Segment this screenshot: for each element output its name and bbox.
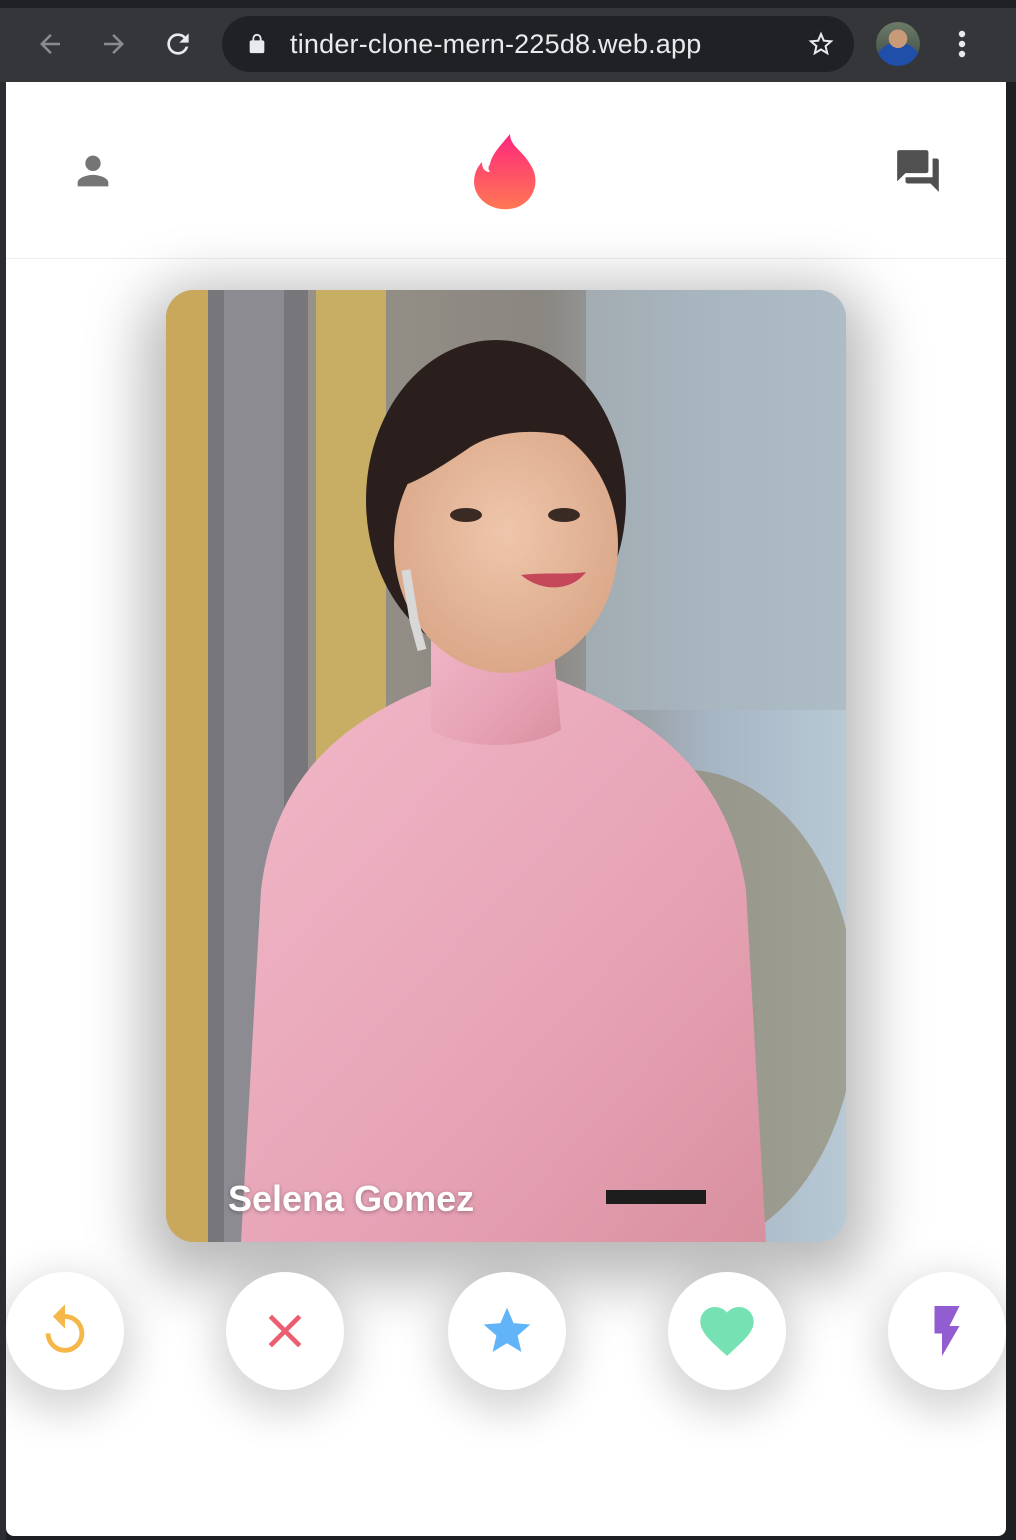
nope-button[interactable] [226,1272,344,1390]
forward-button[interactable] [92,22,136,66]
profile-card[interactable]: Selena Gomez [166,290,846,1242]
close-icon [268,1314,302,1348]
star-icon [483,1307,531,1352]
replay-button[interactable] [6,1272,124,1390]
chats-button[interactable] [883,136,953,206]
profile-button[interactable] [58,136,128,206]
profile-photo [166,290,846,1242]
forum-icon [897,150,939,192]
tab-strip [0,0,1016,8]
superlike-button[interactable] [448,1272,566,1390]
lock-icon [249,33,265,54]
back-button[interactable] [28,22,72,66]
heart-icon [700,1307,754,1356]
address-bar[interactable]: tinder-clone-mern-225d8.web.app [222,16,854,72]
card-name: Selena Gomez [228,1178,475,1219]
reload-button[interactable] [156,22,200,66]
arrow-left-icon [40,34,60,54]
reload-icon [167,33,189,55]
person-icon [77,155,109,187]
avatar[interactable] [876,22,920,66]
vertical-dots-icon[interactable] [946,22,978,66]
tinder-flame-icon [474,134,536,210]
like-button[interactable] [668,1272,786,1390]
background-window-edge-right [1006,82,1016,1540]
app-header [6,82,1006,259]
bookmark-star-icon[interactable] [806,29,836,59]
replay-icon [45,1304,85,1353]
url-text[interactable]: tinder-clone-mern-225d8.web.app [290,29,701,60]
arrow-right-icon [104,34,124,54]
boost-button[interactable] [888,1272,1006,1390]
flash-icon [934,1306,960,1356]
browser-toolbar: tinder-clone-mern-225d8.web.app [0,0,1016,82]
web-page: Selena Gomez [6,82,1006,1536]
